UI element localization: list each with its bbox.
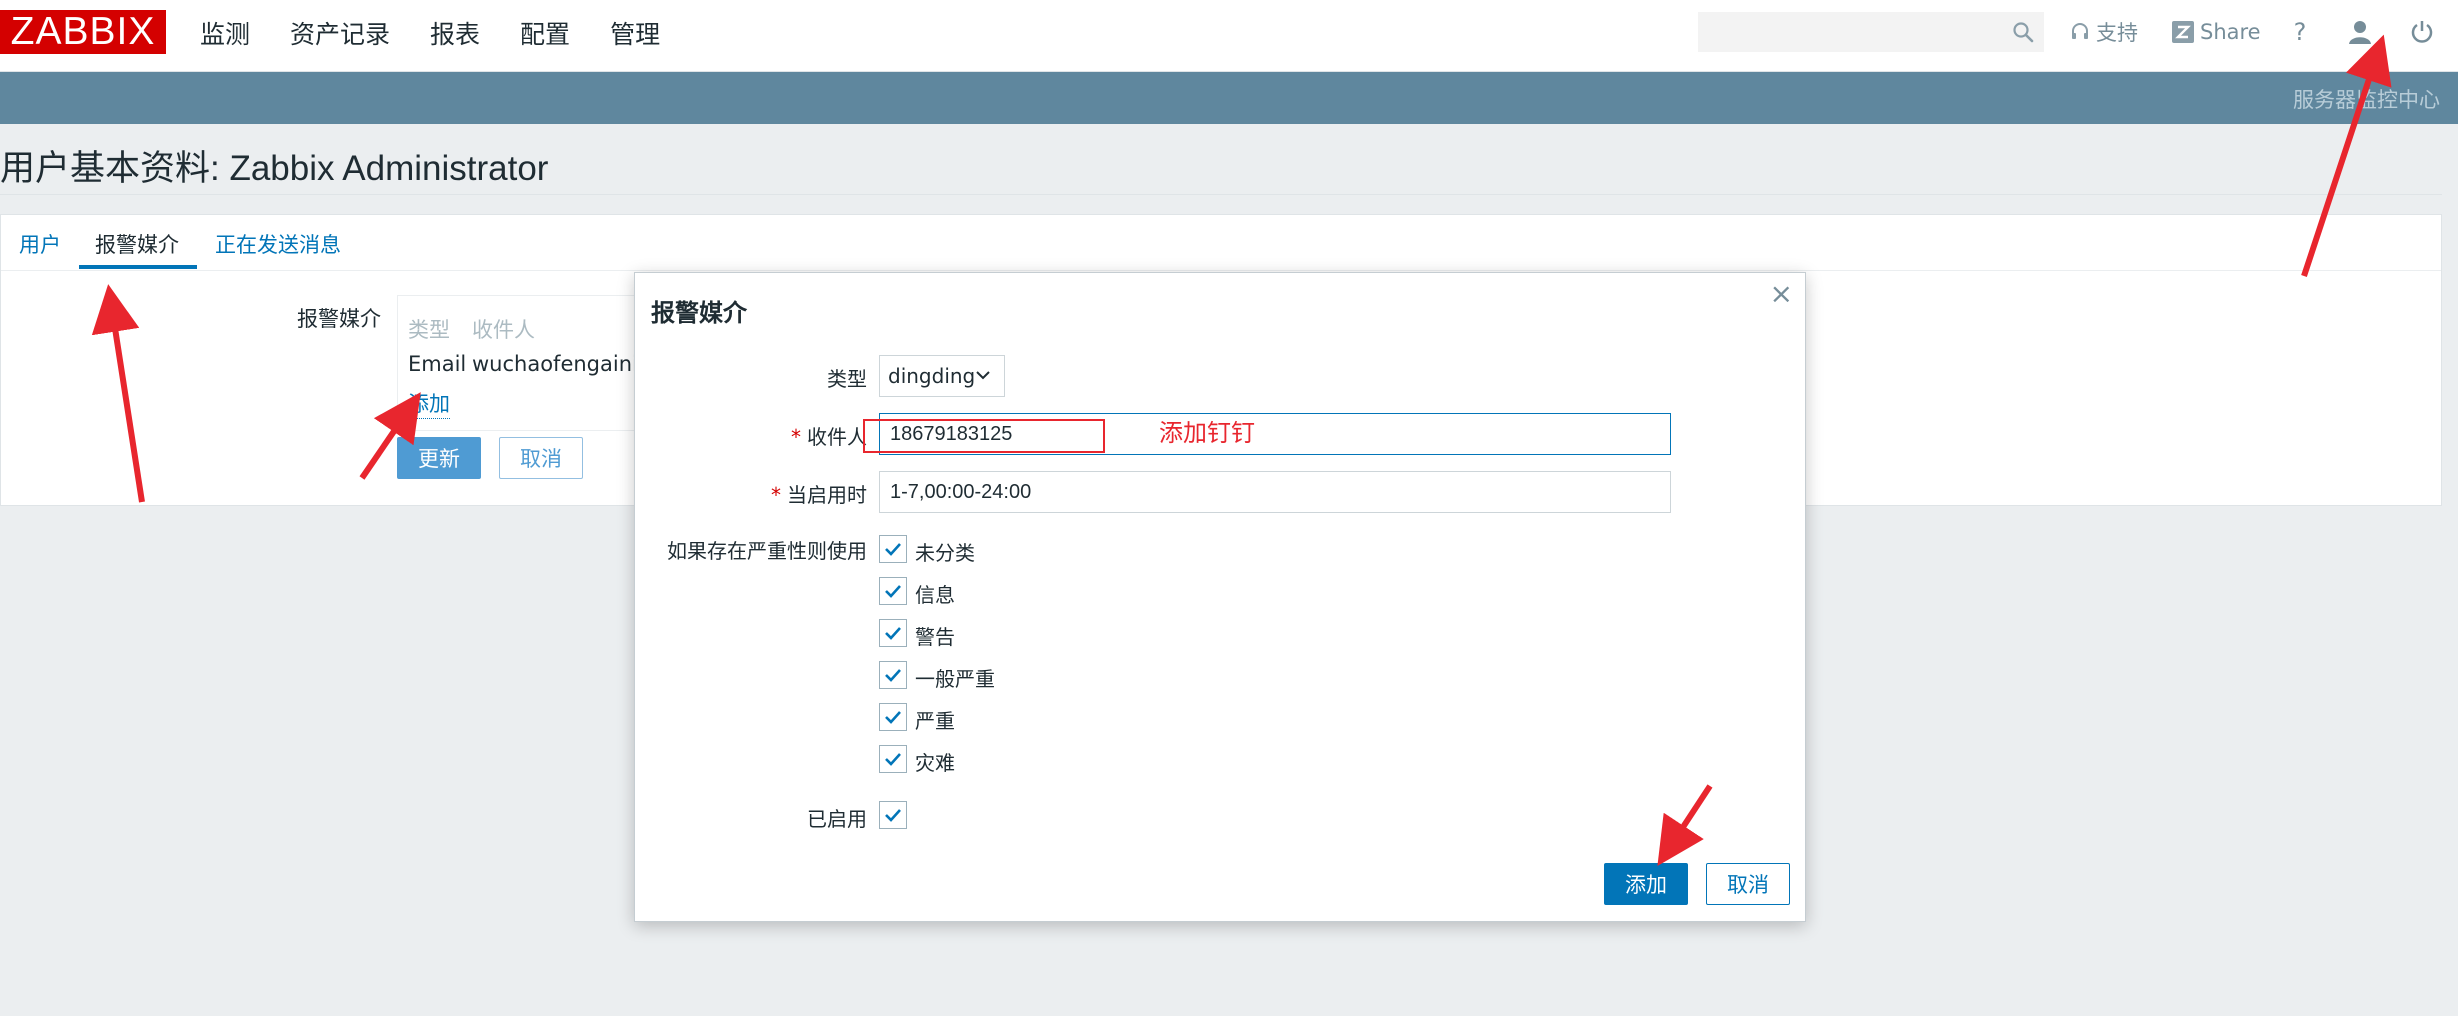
arrow-to-user-icon xyxy=(2301,34,2392,277)
arrow-to-add-link xyxy=(359,392,421,480)
arrow-to-media-tab xyxy=(91,284,145,503)
annotation-arrows xyxy=(91,34,2392,867)
arrow-to-dialog-add xyxy=(1657,784,1713,867)
